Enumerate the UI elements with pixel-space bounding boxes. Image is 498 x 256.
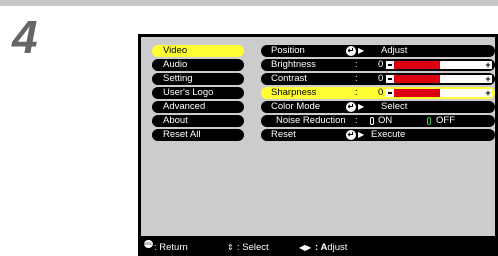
setting-label: Contrast — [271, 73, 307, 84]
slider-track[interactable] — [440, 75, 484, 83]
menu-panel: Video Audio Setting User's Logo Advanced… — [141, 37, 495, 236]
setting-label: Sharpness — [271, 87, 317, 98]
setting-value: 0 — [378, 87, 384, 98]
footer-adjust-text: : Adjust — [315, 240, 347, 256]
slider-track[interactable] — [440, 89, 484, 97]
updown-arrow-icon: ⇕ — [227, 243, 234, 252]
setting-row-position[interactable]: Position ↵ ▶ Adjust — [261, 45, 495, 57]
step-number: 4 — [12, 11, 38, 63]
slider-minus-end[interactable] — [386, 75, 394, 83]
setting-row-contrast[interactable]: Contrast : 0 + — [261, 73, 495, 85]
setting-action: Adjust — [381, 45, 408, 56]
slider-bar[interactable] — [394, 89, 440, 97]
radio-on-indicator[interactable] — [370, 117, 374, 125]
setting-row-reset[interactable]: Reset ↵ ▶ Execute — [261, 129, 495, 141]
footer-adjust-rest: djust — [327, 242, 348, 253]
setting-row-color-mode[interactable]: Color Mode ↵ ▶ Select — [261, 101, 495, 113]
enter-icon: ↵ — [346, 130, 356, 140]
setting-action: Select — [381, 101, 408, 112]
slider-minus-end[interactable] — [386, 89, 394, 97]
setting-label: Brightness — [271, 59, 316, 70]
setting-action: Execute — [371, 129, 406, 140]
setting-label: Reset — [271, 129, 296, 140]
setting-colon: : — [355, 87, 358, 98]
setting-colon: : — [355, 115, 358, 126]
slider-plus-end[interactable]: + — [484, 61, 492, 70]
footer-return-text: : Return — [154, 242, 188, 253]
footer-help-bar: ESC : Return ⇕ : Select ◀▶ : Adjust — [138, 240, 498, 256]
radio-off-indicator[interactable] — [427, 117, 431, 125]
setting-row-sharpness[interactable]: Sharpness : 0 + — [261, 87, 495, 99]
setting-row-brightness[interactable]: Brightness : 0 + — [261, 59, 495, 71]
esc-icon: ESC — [144, 240, 153, 248]
sidebar-item-audio[interactable]: Audio — [152, 59, 244, 71]
slider-track[interactable] — [440, 61, 484, 69]
footer-select-text: : Select — [237, 242, 269, 253]
slider-minus-end[interactable] — [386, 61, 394, 69]
enter-icon: ↵ — [346, 102, 356, 112]
slider-plus-end[interactable]: + — [484, 89, 492, 98]
projector-menu-screen: Video Audio Setting User's Logo Advanced… — [138, 34, 498, 256]
setting-colon: : — [355, 59, 358, 70]
arrow-right-icon: ▶ — [358, 130, 365, 139]
arrow-right-icon: ▶ — [358, 46, 365, 55]
setting-value: 0 — [378, 59, 384, 70]
option-off-label[interactable]: OFF — [436, 115, 455, 127]
sidebar-item-reset-all[interactable]: Reset All — [152, 129, 244, 141]
setting-colon: : — [355, 73, 358, 84]
sidebar-item-about[interactable]: About — [152, 115, 244, 127]
slider-plus-end[interactable]: + — [484, 75, 492, 84]
setting-value: 0 — [378, 73, 384, 84]
enter-icon: ↵ — [346, 46, 356, 56]
slider-bar[interactable] — [394, 75, 440, 83]
option-on-label[interactable]: ON — [378, 115, 392, 127]
leftright-arrow-icon: ◀▶ — [299, 243, 312, 252]
sidebar-item-setting[interactable]: Setting — [152, 73, 244, 85]
slider-bar[interactable] — [394, 61, 440, 69]
setting-label: Position — [271, 45, 305, 56]
setting-label: Noise Reduction — [276, 115, 346, 126]
sidebar-item-users-logo[interactable]: User's Logo — [152, 87, 244, 99]
footer-adjust-prefix: : A — [315, 242, 328, 253]
sidebar-item-video[interactable]: Video — [152, 45, 244, 57]
top-divider-bar — [0, 0, 498, 6]
sidebar-item-advanced[interactable]: Advanced — [152, 101, 244, 113]
arrow-right-icon: ▶ — [358, 102, 365, 111]
setting-label: Color Mode — [271, 101, 321, 112]
setting-row-noise-reduction[interactable]: Noise Reduction : ON OFF — [261, 115, 495, 127]
